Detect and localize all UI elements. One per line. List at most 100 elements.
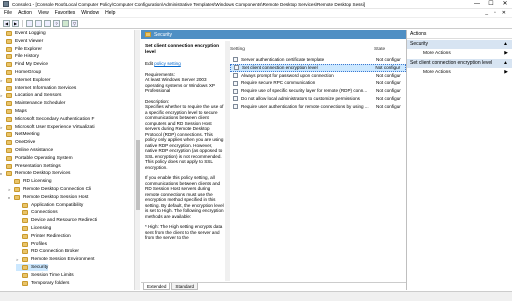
tree-node-label: Remote Session Environment <box>31 257 95 263</box>
tree-node[interactable]: Portable Operating System <box>0 155 73 162</box>
tree-node[interactable]: Licensing <box>16 225 51 232</box>
setting-row-selected[interactable]: Set client connection encryption level No… <box>230 63 406 72</box>
tree-node[interactable]: Presentation Settings <box>0 163 61 170</box>
tree-node[interactable]: Maintenance Scheduler <box>0 100 65 107</box>
maximize-button[interactable]: ☐ <box>484 0 498 9</box>
collapse-arrow-icon[interactable]: ▲ <box>503 59 508 68</box>
tree-scrollbar[interactable] <box>134 30 140 290</box>
properties-icon[interactable] <box>62 19 69 27</box>
setting-row[interactable]: Require user authentication for remote c… <box>230 103 406 111</box>
edit-prefix: Edit <box>145 61 155 66</box>
minimize-button[interactable]: — <box>470 0 484 9</box>
menu-window[interactable]: Window <box>81 10 99 16</box>
close-button[interactable]: ✕ <box>498 0 512 9</box>
mdi-close-button[interactable]: ✕ <box>502 10 506 16</box>
tree-scrollbar-thumb[interactable] <box>136 140 140 210</box>
tree-node[interactable]: Profiles <box>16 241 47 248</box>
tree-node-selected[interactable]: Security <box>16 264 49 271</box>
mdi-restore-button[interactable]: ▫ <box>494 10 496 16</box>
folder-icon <box>6 70 12 75</box>
setting-row[interactable]: Server authentication certificate templa… <box>230 56 406 64</box>
tree-node[interactable]: Find My Device <box>0 61 48 68</box>
tree-node[interactable]: v Remote Desktop Session Host <box>8 194 88 201</box>
column-header-setting[interactable]: Setting <box>230 46 245 54</box>
tree-node-label: Security <box>31 265 49 270</box>
tab-standard[interactable]: Standard <box>171 283 199 290</box>
folder-icon <box>14 187 20 192</box>
tree-node[interactable]: Microsoft Secondary Authentication F <box>0 116 94 123</box>
tree-node[interactable]: > Microsoft User Experience Virtualizati <box>0 124 95 131</box>
tree-node[interactable]: Event Logging <box>0 30 46 37</box>
menu-favorites[interactable]: Favorites <box>55 10 76 16</box>
setting-name: Set client connection encryption level <box>242 64 318 70</box>
actions-pane: Actions Security ▲ More Actions ▶ Set cl… <box>406 30 512 290</box>
tree-node-label: Internet Information Services <box>15 85 77 91</box>
tree-node[interactable]: Application Compatibility <box>16 202 83 209</box>
tree-expander[interactable]: v <box>0 170 5 177</box>
forward-icon[interactable]: ▶ <box>12 19 19 27</box>
tree-node-label: Printer Redirection <box>31 233 71 239</box>
menu-help[interactable]: Help <box>105 10 115 16</box>
mmc-app-icon <box>3 1 9 7</box>
tree-node[interactable]: NetMeeting <box>0 131 40 138</box>
tree-node[interactable]: HomeGroup <box>0 69 41 76</box>
tree-node[interactable]: OneDrive <box>0 139 35 146</box>
menu-action[interactable]: Action <box>18 10 32 16</box>
tree-node[interactable]: RD Connection Broker <box>16 248 79 255</box>
tree-node[interactable]: > Remote Desktop Connection Cli <box>8 186 91 193</box>
actions-section-setting[interactable]: Set client connection encryption level ▲ <box>407 59 512 68</box>
mdi-minimize-button[interactable]: _ <box>485 10 488 16</box>
column-header-state[interactable]: State <box>374 46 385 54</box>
tree-node[interactable]: Temporary folders <box>16 280 69 287</box>
more-actions-item[interactable]: More Actions ▶ <box>407 49 512 58</box>
menu-view[interactable]: View <box>38 10 49 16</box>
tree-node-label: Microsoft User Experience Virtualizati <box>15 124 95 130</box>
help-icon[interactable]: ? <box>53 19 60 27</box>
policy-setting-icon <box>233 57 238 63</box>
edit-policy-link[interactable]: policy setting <box>154 61 181 66</box>
tree-node[interactable]: Connections <box>16 209 58 216</box>
actions-section-security[interactable]: Security ▲ <box>407 40 512 49</box>
tree-node[interactable]: > Internet Explorer <box>0 77 50 84</box>
tree-node[interactable]: Maps <box>0 108 27 115</box>
menu-file[interactable]: File <box>4 10 12 16</box>
up-one-level-icon[interactable] <box>26 19 33 27</box>
setting-row[interactable]: Always prompt for password upon connecti… <box>230 72 406 80</box>
tree-node[interactable]: > Location and Sensors <box>0 92 61 99</box>
folder-icon <box>6 140 12 146</box>
setting-row[interactable]: Require use of specific security layer f… <box>230 87 406 95</box>
folder-icon <box>6 46 12 52</box>
tree-node[interactable]: RD Licensing <box>8 178 52 185</box>
folder-icon <box>22 218 28 224</box>
setting-row[interactable]: Require secure RPC communication Not conf… <box>230 79 406 87</box>
tree-expander[interactable]: > <box>16 256 21 263</box>
more-actions-item[interactable]: More Actions ▶ <box>407 68 512 77</box>
setting-row[interactable]: Do not allow local administrators to cus… <box>230 95 406 103</box>
tree-node[interactable]: > Remote Session Environment <box>16 256 94 263</box>
menu-bar: File Action View Favorites Window Help _… <box>0 9 512 18</box>
tree-node[interactable]: Session Time Limits <box>16 272 74 279</box>
tree-node[interactable]: Online Assistance <box>0 147 53 154</box>
tree-node[interactable]: v Remote Desktop Services <box>0 170 70 177</box>
edit-policy-line: Edit policy setting <box>145 61 224 67</box>
export-list-icon[interactable] <box>44 19 51 27</box>
tree-expander[interactable]: v <box>8 194 13 201</box>
tab-extended[interactable]: Extended <box>143 283 171 290</box>
show-hide-tree-icon[interactable] <box>35 19 42 27</box>
tree-expander[interactable]: > <box>0 124 5 131</box>
folder-icon <box>22 280 28 286</box>
filter-icon[interactable]: ▽ <box>71 19 78 27</box>
tree-node[interactable]: Event Viewer <box>0 38 43 45</box>
tree-node-label: Online Assistance <box>15 148 54 153</box>
tree-expander[interactable]: > <box>0 92 5 99</box>
tree-node[interactable]: File Explorer <box>0 46 42 53</box>
tree-node[interactable]: File History <box>0 53 39 60</box>
tree-expander[interactable]: > <box>8 186 13 193</box>
collapse-arrow-icon[interactable]: ▲ <box>503 40 508 49</box>
tree-expander[interactable]: > <box>0 77 5 84</box>
tree-node[interactable]: Internet Information Services <box>0 85 76 92</box>
description-body-1: Specifies whether to require the use of … <box>145 104 224 170</box>
back-icon[interactable]: ◀ <box>3 19 10 27</box>
tree-node[interactable]: Device and Resource Redirecti <box>16 217 97 224</box>
tree-node[interactable]: Printer Redirection <box>16 233 71 240</box>
